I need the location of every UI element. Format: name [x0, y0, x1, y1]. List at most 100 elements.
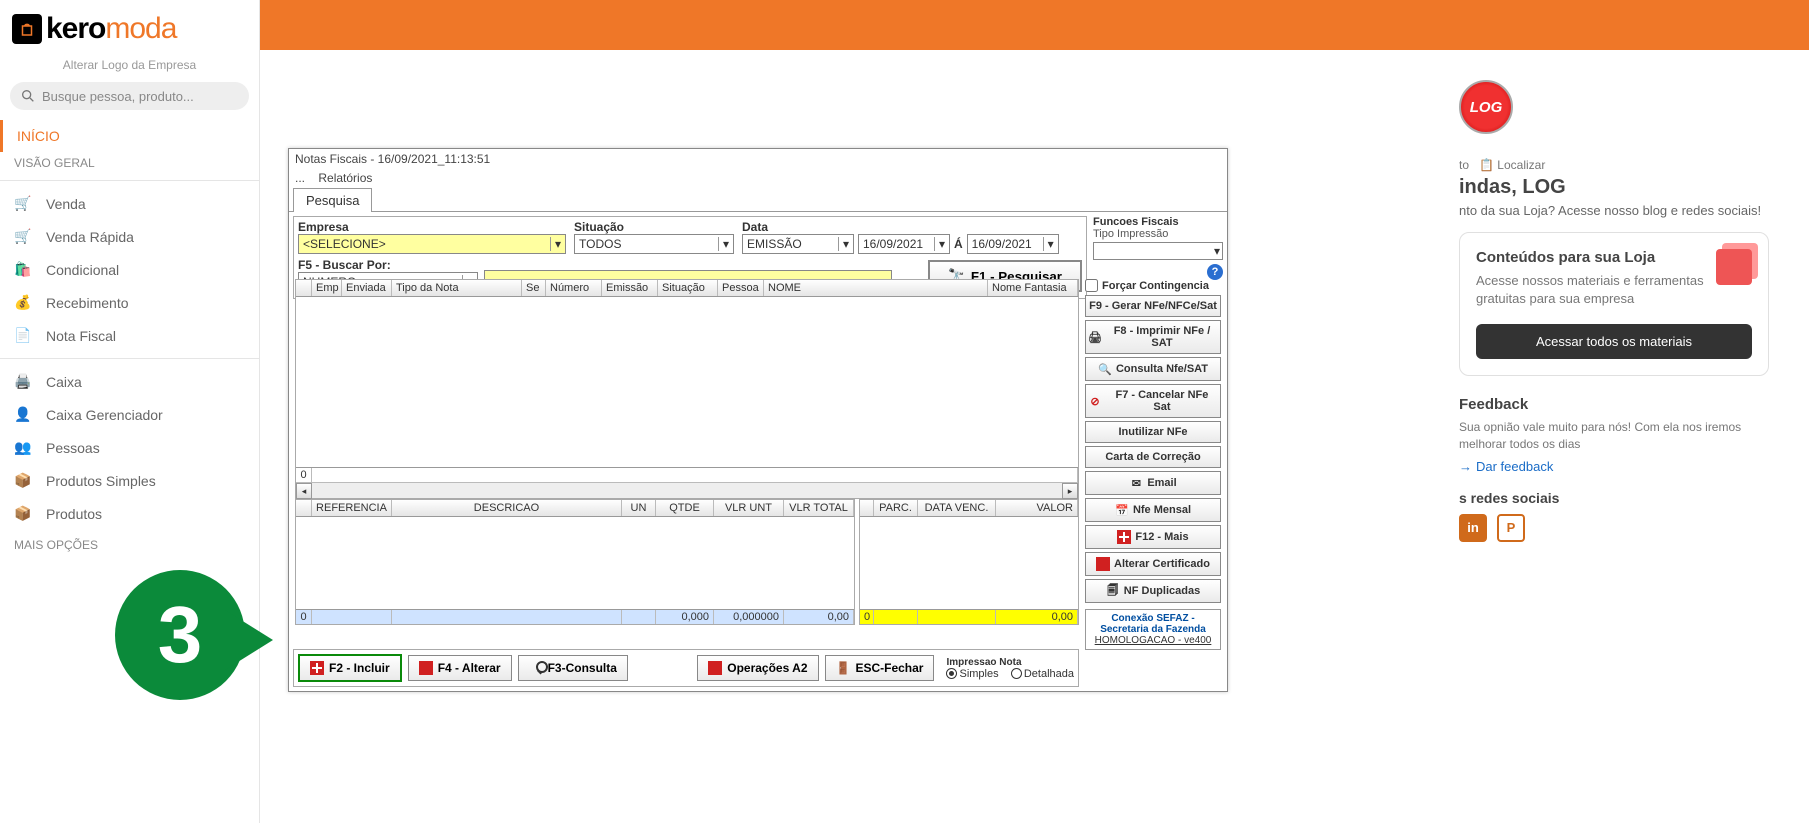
nav-produtos-simples[interactable]: 📦Produtos Simples: [0, 464, 259, 497]
esc-fechar-button[interactable]: 🚪ESC-Fechar: [825, 655, 935, 681]
nav-produtos[interactable]: 📦Produtos: [0, 497, 259, 530]
nav-nota-fiscal[interactable]: 📄Nota Fiscal: [0, 319, 259, 352]
copy-icon: 🗐: [1106, 584, 1120, 598]
empresa-select[interactable]: <SELECIONE>▾: [298, 234, 566, 254]
feedback-link[interactable]: → Dar feedback: [1459, 459, 1553, 474]
situacao-label: Situação: [574, 220, 734, 234]
subgrid1-body[interactable]: [296, 517, 854, 609]
col-valor[interactable]: VALOR: [996, 500, 1078, 516]
logo-icon: [12, 14, 42, 44]
f2-incluir-button[interactable]: F2 - Incluir: [298, 654, 402, 682]
buscar-label: F5 - Buscar Por:: [298, 258, 478, 272]
linkedin-icon[interactable]: in: [1459, 514, 1487, 542]
col-emp[interactable]: Emp: [312, 280, 342, 296]
menu-relatorios[interactable]: Relatórios: [318, 171, 372, 185]
arrow-up-icon: [1096, 557, 1110, 571]
access-materials-button[interactable]: Acessar todos os materiais: [1476, 324, 1752, 359]
col-fantasia[interactable]: Nome Fantasia: [988, 280, 1078, 296]
col-qtde[interactable]: QTDE: [656, 500, 714, 516]
radio-simples[interactable]: Simples: [946, 668, 998, 680]
mail-icon: ✉: [1129, 476, 1143, 490]
window-title: Notas Fiscais - 16/09/2021_11:13:51: [289, 149, 1227, 169]
btn-inutilizar-nfe[interactable]: Inutilizar NFe: [1085, 421, 1221, 443]
btn-nfe-mensal[interactable]: 📅Nfe Mensal: [1085, 498, 1221, 522]
col-un[interactable]: UN: [622, 500, 656, 516]
data-type-select[interactable]: EMISSÃO▾: [742, 234, 854, 254]
bottom-toolbar: F2 - Incluir F4 - Alterar F3-Consulta Op…: [293, 649, 1079, 687]
col-se[interactable]: Se: [522, 280, 546, 296]
nav-venda[interactable]: 🛒Venda: [0, 187, 259, 220]
btn-email[interactable]: ✉Email: [1085, 471, 1221, 495]
col-datavenc[interactable]: DATA VENC.: [918, 500, 996, 516]
feedback-title: Feedback: [1459, 396, 1769, 413]
nav-recebimento[interactable]: 💰Recebimento: [0, 286, 259, 319]
people-icon: 👥: [14, 439, 36, 456]
horizontal-scrollbar[interactable]: ◂ ▸: [296, 482, 1078, 498]
date-from-input[interactable]: 16/09/2021▾: [858, 234, 950, 254]
btn-gerar-nfe[interactable]: F9 - Gerar NFe/NFCe/Sat: [1085, 295, 1221, 317]
col-blank[interactable]: [296, 280, 312, 296]
col-situacao[interactable]: Situação: [658, 280, 718, 296]
itens-subgrid: REFERENCIA DESCRICAO UN QTDE VLR UNT VLR…: [295, 499, 855, 625]
col-numero[interactable]: Número: [546, 280, 602, 296]
nav-pessoas[interactable]: 👥Pessoas: [0, 431, 259, 464]
tab-pesquisa[interactable]: Pesquisa: [293, 188, 372, 212]
col-vlrtotal[interactable]: VLR TOTAL: [784, 500, 854, 516]
col-pessoa[interactable]: Pessoa: [718, 280, 764, 296]
side-buttons: Forçar Contingencia F9 - Gerar NFe/NFCe/…: [1085, 279, 1221, 650]
alterar-logo-link[interactable]: Alterar Logo da Empresa: [0, 58, 259, 72]
f4-alterar-button[interactable]: F4 - Alterar: [408, 655, 512, 681]
scroll-right-icon[interactable]: ▸: [1062, 483, 1078, 499]
btn-carta-correcao[interactable]: Carta de Correção: [1085, 446, 1221, 468]
col-vlrunt[interactable]: VLR UNT: [714, 500, 784, 516]
user-gear-icon: 👤: [14, 406, 36, 423]
btn-nf-duplicadas[interactable]: 🗐NF Duplicadas: [1085, 579, 1221, 603]
nav-caixa[interactable]: 🖨️Caixa: [0, 365, 259, 398]
nav-mais-opcoes[interactable]: MAIS OPÇÕES: [0, 534, 259, 556]
col-emissao[interactable]: Emissão: [602, 280, 658, 296]
doc-search-icon: 🔍: [1098, 362, 1112, 376]
nav-venda-rapida[interactable]: 🛒Venda Rápida: [0, 220, 259, 253]
search-icon: [20, 88, 36, 104]
situacao-select[interactable]: TODOS▾: [574, 234, 734, 254]
btn-consulta-nfe[interactable]: 🔍Consulta Nfe/SAT: [1085, 357, 1221, 381]
col-nome[interactable]: NOME: [764, 280, 988, 296]
parcelas-subgrid: PARC. DATA VENC. VALOR 0 0,00: [859, 499, 1079, 625]
nav-caixa-ger[interactable]: 👤Caixa Gerenciador: [0, 398, 259, 431]
radio-detalhada[interactable]: Detalhada: [1011, 668, 1074, 680]
log-badge-icon: LOG: [1459, 80, 1513, 134]
magnifier-icon: [529, 661, 543, 675]
grid-body[interactable]: [296, 297, 1078, 467]
col-referencia[interactable]: REFERENCIA: [312, 500, 392, 516]
pinterest-icon[interactable]: P: [1497, 514, 1525, 542]
nav-condicional[interactable]: 🛍️Condicional: [0, 253, 259, 286]
help-icon[interactable]: ?: [1207, 264, 1223, 280]
funcoes-label: Funcoes Fiscais: [1093, 216, 1223, 228]
operacoes-a2-button[interactable]: Operações A2: [697, 655, 818, 681]
card-title: Conteúdos para sua Loja: [1476, 249, 1752, 266]
nav-inicio[interactable]: INÍCIO: [0, 120, 259, 152]
f3-consulta-button[interactable]: F3-Consulta: [518, 655, 628, 681]
forcar-checkbox[interactable]: Forçar Contingencia: [1085, 279, 1221, 292]
btn-f12-mais[interactable]: F12 - Mais: [1085, 525, 1221, 549]
right-column: LOG to 📋 Localizar indas, LOG nto da sua…: [1459, 80, 1769, 542]
chevron-down-icon: ▾: [838, 237, 849, 251]
menu-dots[interactable]: ...: [295, 171, 305, 185]
localizar-link[interactable]: 📋 Localizar: [1479, 158, 1545, 172]
btn-imprimir-nfe[interactable]: 🖨F8 - Imprimir NFe / SAT: [1085, 320, 1221, 354]
col-tipo[interactable]: Tipo da Nota: [392, 280, 522, 296]
date-to-input[interactable]: 16/09/2021▾: [967, 234, 1059, 254]
btn-cancelar-nfe[interactable]: ⊘F7 - Cancelar NFe Sat: [1085, 384, 1221, 418]
scroll-left-icon[interactable]: ◂: [296, 483, 312, 499]
col-descricao[interactable]: DESCRICAO: [392, 500, 622, 516]
hand-money-icon: 💰: [14, 294, 36, 311]
col-enviada[interactable]: Enviada: [342, 280, 392, 296]
tipo-imp-select[interactable]: ▾: [1093, 242, 1223, 260]
window-menu: ... Relatórios: [289, 169, 1227, 187]
chevron-down-icon: ▾: [550, 237, 561, 251]
btn-alterar-cert[interactable]: Alterar Certificado: [1085, 552, 1221, 576]
social-title: s redes sociais: [1459, 490, 1769, 506]
subgrid2-body[interactable]: [860, 517, 1078, 609]
col-parc[interactable]: PARC.: [874, 500, 918, 516]
search-input[interactable]: Busque pessoa, produto...: [10, 82, 249, 110]
